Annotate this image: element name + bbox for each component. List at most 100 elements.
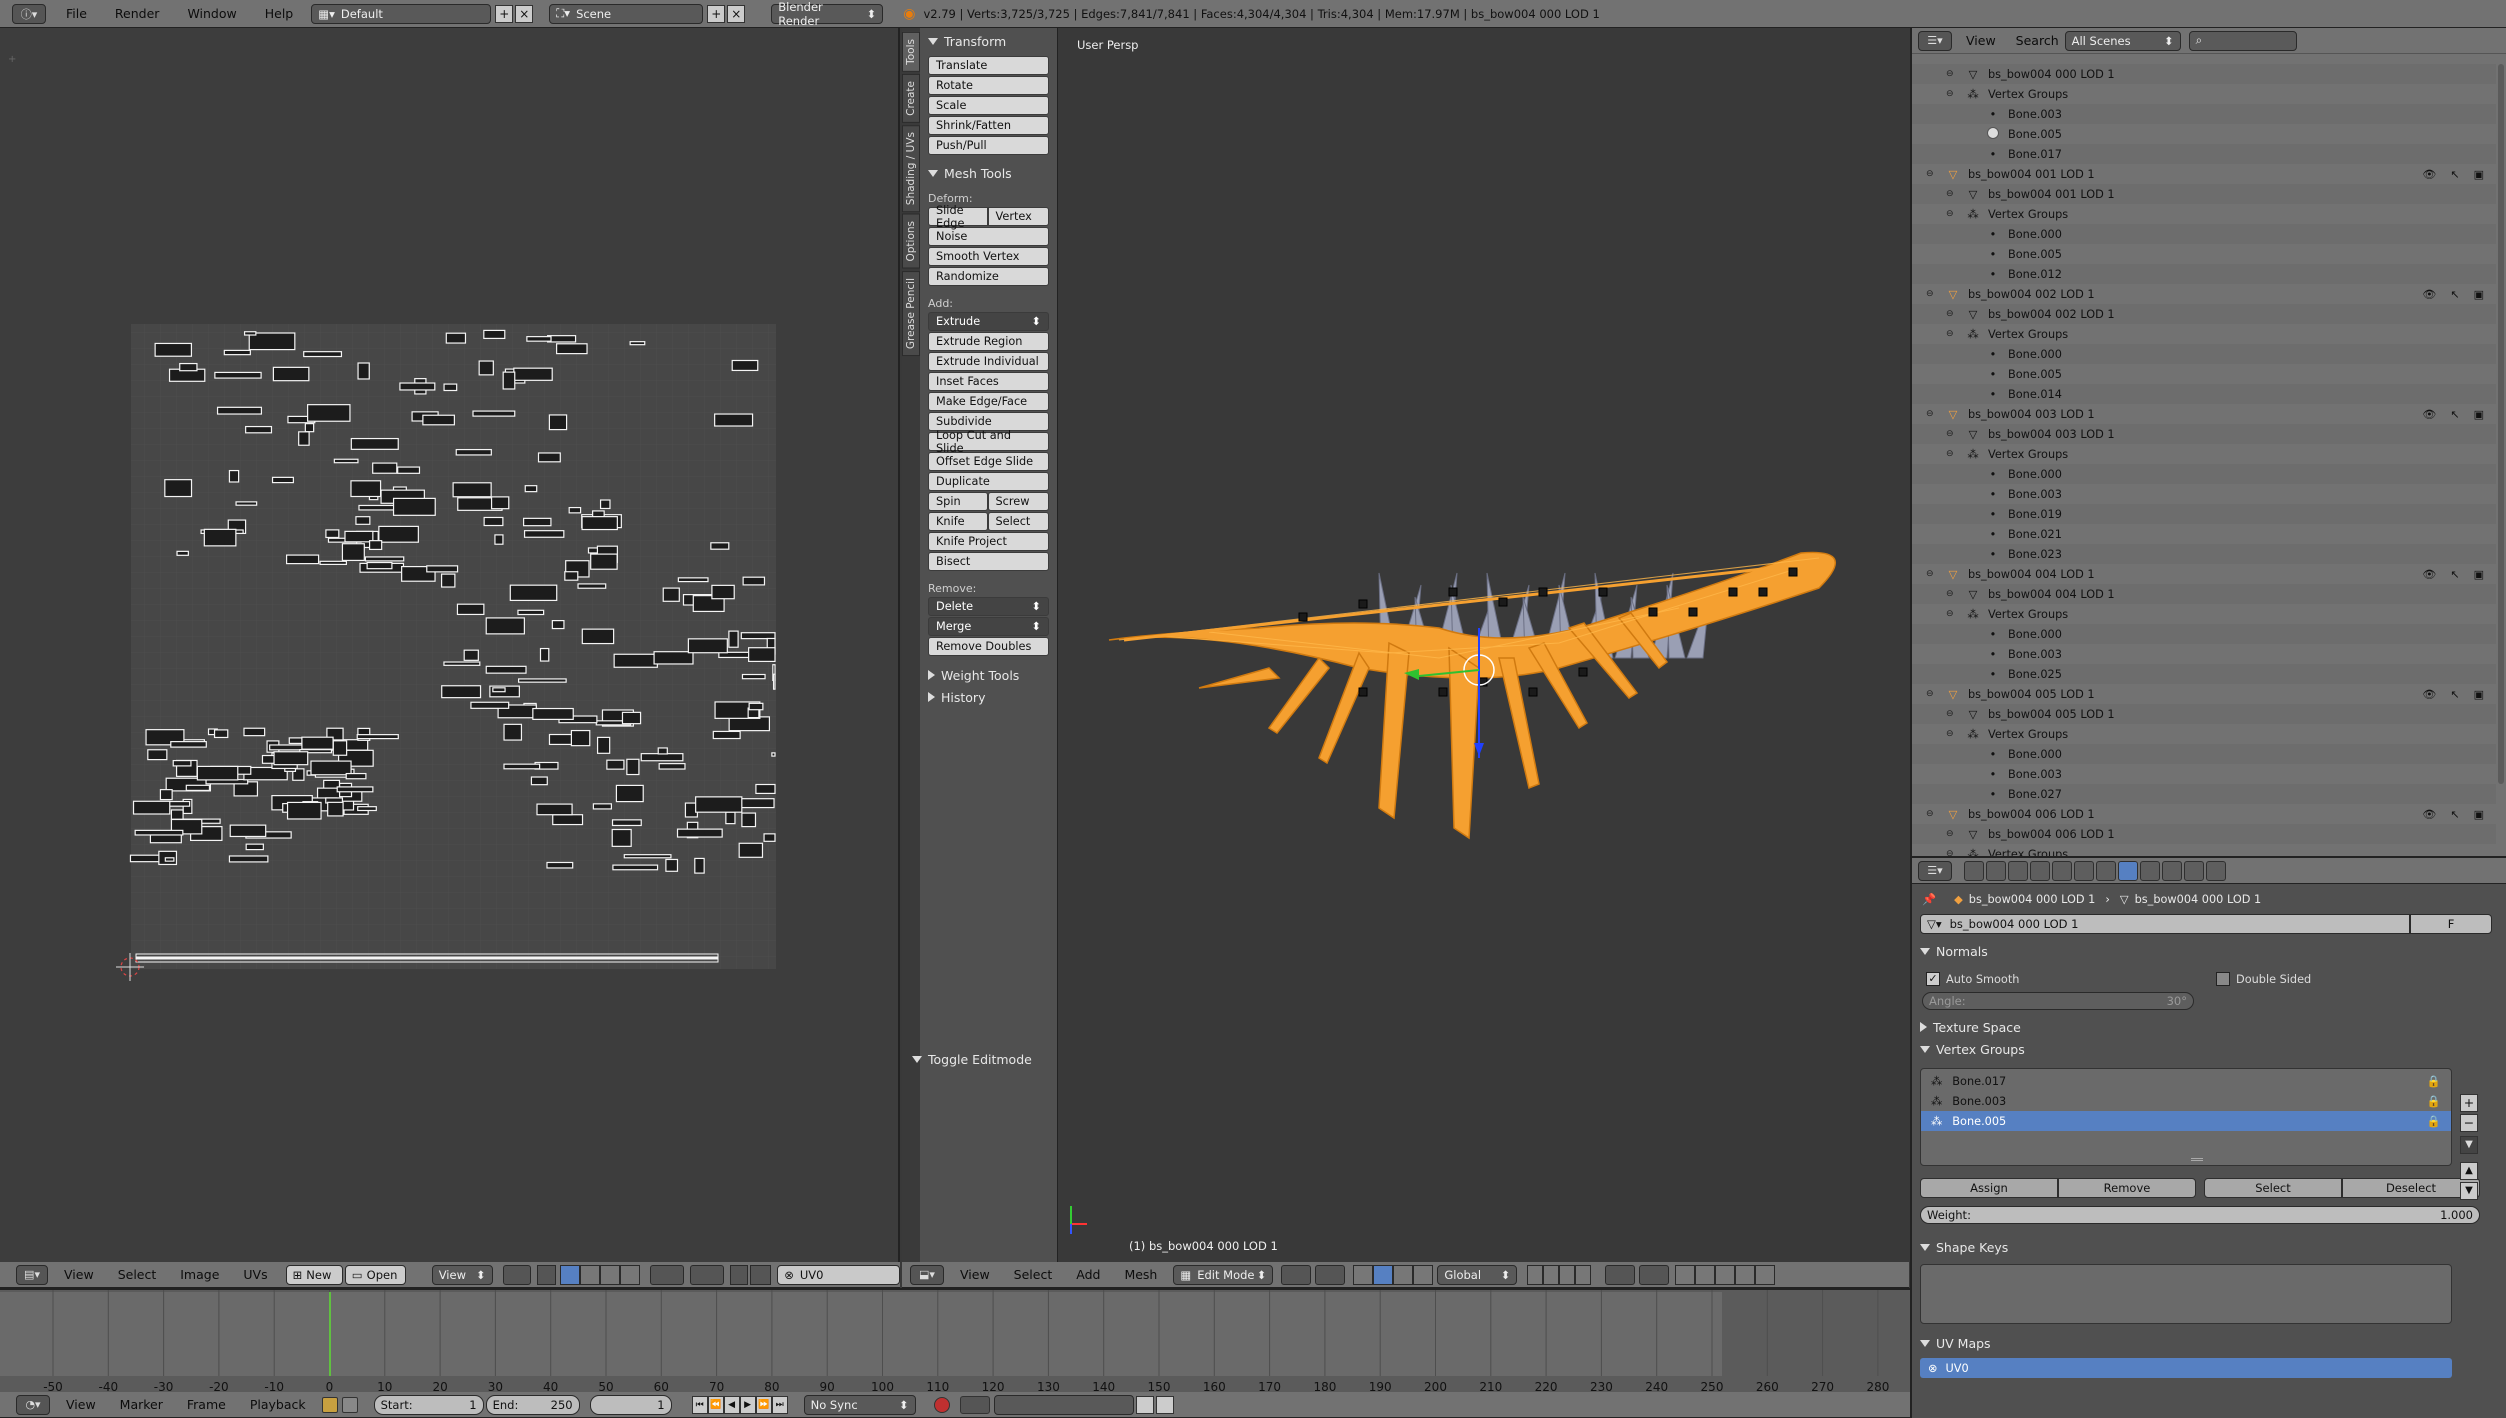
cursor-icon[interactable]: ↖	[2450, 168, 2459, 181]
uv-island[interactable]	[581, 628, 615, 645]
expand-toggle-icon[interactable]: ⊖	[1946, 209, 1954, 219]
uv-island[interactable]	[564, 571, 579, 581]
outliner-bone-row[interactable]: • Bone.021	[1912, 524, 2496, 544]
expand-toggle-icon[interactable]: ⊖	[1946, 69, 1954, 79]
vertex-handle[interactable]	[1578, 667, 1588, 677]
properties-context-tabs[interactable]	[1964, 860, 2228, 881]
jump-start-icon[interactable]: ⏮	[691, 1395, 708, 1414]
uv-island[interactable]	[611, 819, 642, 827]
uv-island[interactable]	[357, 362, 370, 380]
uv-island[interactable]	[350, 437, 399, 450]
uv-island[interactable]	[179, 362, 198, 372]
uv-island[interactable]	[548, 414, 568, 431]
expand-toggle-icon[interactable]: ⊖	[1926, 169, 1934, 179]
uv-island[interactable]	[422, 414, 455, 426]
pivot-icon[interactable]	[502, 1264, 531, 1285]
outliner-view-menu[interactable]: View	[1952, 33, 2010, 48]
uv-island[interactable]	[307, 404, 351, 422]
menu-render[interactable]: Render	[101, 6, 174, 21]
uv-island[interactable]	[228, 855, 269, 863]
lock-icon[interactable]	[341, 1396, 358, 1413]
camera-icon[interactable]: ▣	[2474, 568, 2484, 581]
timeline-menu-frame[interactable]: Frame	[175, 1397, 238, 1412]
uv-island[interactable]	[665, 858, 679, 872]
transform-panel-header[interactable]: Transform	[928, 30, 1049, 52]
noise-button[interactable]: Noise	[928, 227, 1049, 246]
timeline[interactable]: -50 -40 -30 -20 -10 0 10 20 30 40 50 60 70 80 90 100 110…	[0, 1288, 1910, 1406]
uv-island[interactable]	[517, 609, 545, 616]
outliner-data-row[interactable]: ⊖ ▽ bs_bow004 001 LOD 1	[1912, 184, 2496, 204]
uv-island[interactable]	[319, 560, 348, 565]
uv-island[interactable]	[203, 528, 237, 547]
uv-canvas[interactable]	[0, 28, 900, 1272]
uv-island[interactable]	[662, 587, 680, 602]
scene-selector[interactable]: ⛶▾ Scene	[549, 3, 704, 24]
select-mode-group[interactable]	[1675, 1264, 1776, 1285]
3d-viewport[interactable]: User Persp (1) bs_bow004 000 LOD 1	[1059, 28, 1909, 1262]
uv-island[interactable]	[310, 760, 352, 776]
menu-file[interactable]: File	[52, 6, 101, 21]
uv-island[interactable]	[483, 516, 504, 527]
uv-island[interactable]	[336, 786, 374, 793]
uv-island[interactable]	[626, 758, 640, 776]
uv-island[interactable]	[772, 673, 776, 690]
uv-island[interactable]	[243, 331, 257, 336]
uv-island[interactable]	[164, 857, 175, 862]
uv-island[interactable]	[556, 343, 588, 355]
uv-island[interactable]	[341, 543, 365, 562]
current-frame-marker[interactable]	[328, 1292, 331, 1376]
uv-island[interactable]	[286, 801, 322, 820]
shape-keys-panel-header[interactable]: Shape Keys	[1912, 1236, 2506, 1258]
uv-island[interactable]	[176, 550, 189, 556]
outliner-bone-row[interactable]: • Bone.027	[1912, 784, 2496, 804]
shading-mode-icon[interactable]	[1281, 1264, 1312, 1285]
uv-island[interactable]	[592, 803, 612, 810]
uv-island[interactable]	[229, 824, 267, 838]
slide-edge-button[interactable]: Slide Edge	[928, 204, 988, 230]
uv-island[interactable]	[355, 516, 371, 525]
uv-island[interactable]	[748, 647, 776, 663]
vertex-handle[interactable]	[1788, 567, 1798, 577]
make-edge-face-button[interactable]: Make Edge/Face	[928, 392, 1049, 411]
outliner-object-row[interactable]: ⊖ ▽ bs_bow004 004 LOD 1 👁 ↖ ▣	[1912, 564, 2496, 584]
normals-panel-header[interactable]: Normals	[1912, 940, 2506, 962]
expand-toggle-icon[interactable]: ⊖	[1946, 589, 1954, 599]
uv-island[interactable]	[503, 723, 523, 741]
uv-map-list-item[interactable]: ⊗ UV0	[1920, 1358, 2452, 1378]
transform-orientation-selector[interactable]: Global ⬍	[1437, 1264, 1518, 1285]
expand-toggle-icon[interactable]: ⊖	[1926, 809, 1934, 819]
vertex-handle[interactable]	[1728, 587, 1738, 597]
lock-icon[interactable]: 🔒	[2427, 1075, 2441, 1088]
play-icon[interactable]: ▶	[739, 1395, 756, 1414]
uv-island[interactable]	[606, 759, 625, 770]
uv-island[interactable]	[228, 469, 240, 483]
outliner-bone-row[interactable]: • Bone.003	[1912, 104, 2496, 124]
render-engine-selector[interactable]: Blender Render ⬍	[771, 0, 884, 28]
uv-island[interactable]	[452, 482, 492, 498]
insert-keyframe-icon[interactable]	[1135, 1395, 1154, 1414]
uv-island[interactable]	[298, 431, 310, 446]
randomize-button[interactable]: Randomize	[928, 267, 1049, 286]
prop-tab-render-icon[interactable]	[1964, 860, 1984, 881]
expand-toggle-icon[interactable]: ⊖	[1946, 829, 1954, 839]
uv-island[interactable]	[536, 803, 573, 816]
uv-island[interactable]	[731, 359, 759, 372]
expand-toggle-icon[interactable]: ⊖	[1946, 709, 1954, 719]
tab-grease-pencil[interactable]: Grease Pencil	[902, 270, 920, 356]
push-pull-button[interactable]: Push/Pull	[928, 136, 1049, 155]
uv-island[interactable]	[132, 800, 171, 815]
uv-island[interactable]	[164, 479, 193, 498]
uv-island[interactable]	[613, 653, 658, 668]
expand-toggle-icon[interactable]: ⊖	[1946, 429, 1954, 439]
outliner-bone-row[interactable]: • Bone.014	[1912, 384, 2496, 404]
uv-island[interactable]	[456, 603, 485, 616]
sync-selection-icon[interactable]	[536, 1264, 556, 1285]
snap-icon[interactable]	[729, 1264, 749, 1285]
info-editor-type-button[interactable]: ⓘ▾	[12, 3, 46, 24]
delete-dropdown[interactable]: Delete ⬍	[928, 597, 1049, 616]
angle-slider[interactable]: Angle: 30°	[1922, 992, 2194, 1010]
eye-icon[interactable]: 👁	[2422, 808, 2436, 821]
vertex-group-item[interactable]: ⁂ Bone.017 🔒	[1921, 1071, 2451, 1091]
uv-island[interactable]	[503, 763, 541, 770]
uv-island[interactable]	[154, 342, 193, 357]
